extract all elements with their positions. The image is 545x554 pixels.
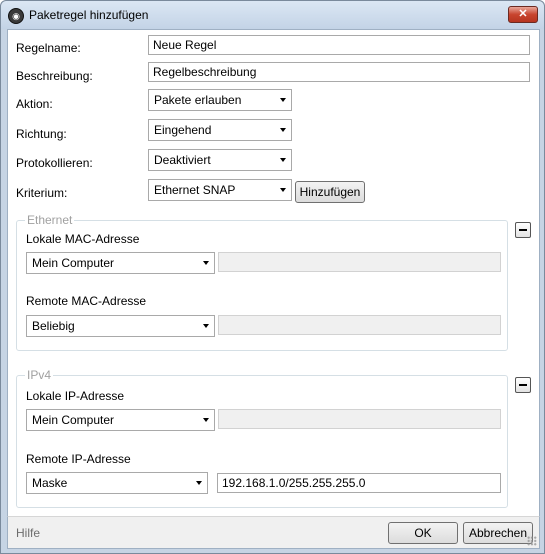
remote-mac-dropdown[interactable]: Beliebig xyxy=(26,315,215,337)
minus-icon xyxy=(519,384,527,386)
action-dropdown[interactable]: Pakete erlauben xyxy=(148,89,292,111)
remote-ip-label: Remote IP-Adresse xyxy=(26,452,131,466)
criterion-label: Kriterium: xyxy=(16,186,68,200)
ethernet-group: Ethernet Lokale MAC-Adresse Mein Compute… xyxy=(16,213,508,351)
action-label: Aktion: xyxy=(16,97,53,111)
close-button[interactable]: ✕ xyxy=(508,6,538,23)
logging-dropdown-value: Deaktiviert xyxy=(154,153,211,167)
description-label: Beschreibung: xyxy=(16,69,93,83)
remote-mac-input[interactable] xyxy=(218,315,501,335)
action-dropdown-value: Pakete erlauben xyxy=(154,93,242,107)
rule-name-input[interactable]: Neue Regel xyxy=(148,35,530,55)
local-mac-dropdown-value: Mein Computer xyxy=(32,256,115,270)
window-title: Paketregel hinzufügen xyxy=(29,8,149,22)
help-link[interactable]: Hilfe xyxy=(16,526,40,540)
logging-label: Protokollieren: xyxy=(16,156,93,170)
criterion-dropdown[interactable]: Ethernet SNAP xyxy=(148,179,292,201)
title-bar[interactable]: ◉ Paketregel hinzufügen ✕ xyxy=(1,1,544,29)
chevron-down-icon xyxy=(203,261,209,265)
ok-button[interactable]: OK xyxy=(388,522,458,544)
ethernet-group-title: Ethernet xyxy=(25,213,75,227)
chevron-down-icon xyxy=(280,188,286,192)
local-mac-label: Lokale MAC-Adresse xyxy=(26,232,140,246)
dialog-content: Regelname: Neue Regel Beschreibung: Rege… xyxy=(7,29,540,517)
collapse-ethernet-button[interactable] xyxy=(515,222,531,238)
local-mac-dropdown[interactable]: Mein Computer xyxy=(26,252,215,274)
direction-dropdown-value: Eingehend xyxy=(154,123,212,137)
collapse-ipv4-button[interactable] xyxy=(515,377,531,393)
remote-ip-input[interactable]: 192.168.1.0/255.255.255.0 xyxy=(217,473,501,493)
local-ip-input[interactable] xyxy=(218,409,501,429)
app-icon: ◉ xyxy=(8,8,24,24)
local-ip-dropdown-value: Mein Computer xyxy=(32,413,115,427)
local-ip-dropdown[interactable]: Mein Computer xyxy=(26,409,215,431)
dialog-footer: Hilfe OK Abbrechen xyxy=(7,516,540,549)
chevron-down-icon xyxy=(196,481,202,485)
local-ip-label: Lokale IP-Adresse xyxy=(26,389,125,403)
close-icon: ✕ xyxy=(518,8,528,20)
direction-label: Richtung: xyxy=(16,127,67,141)
chevron-down-icon xyxy=(203,324,209,328)
remote-mac-label: Remote MAC-Adresse xyxy=(26,294,147,308)
remote-ip-dropdown[interactable]: Maske xyxy=(26,472,208,494)
cancel-button[interactable]: Abbrechen xyxy=(463,522,533,544)
direction-dropdown[interactable]: Eingehend xyxy=(148,119,292,141)
rule-name-label: Regelname: xyxy=(16,41,81,55)
chevron-down-icon xyxy=(280,158,286,162)
criterion-dropdown-value: Ethernet SNAP xyxy=(154,183,236,197)
resize-grip-icon[interactable] xyxy=(527,536,537,546)
ipv4-group-title: IPv4 xyxy=(25,368,54,382)
ipv4-group: IPv4 Lokale IP-Adresse Mein Computer Rem… xyxy=(16,368,508,508)
logging-dropdown[interactable]: Deaktiviert xyxy=(148,149,292,171)
dialog-window: ◉ Paketregel hinzufügen ✕ Regelname: Neu… xyxy=(0,0,545,554)
chevron-down-icon xyxy=(280,128,286,132)
minus-icon xyxy=(519,229,527,231)
remote-mac-dropdown-value: Beliebig xyxy=(32,319,75,333)
description-input[interactable]: Regelbeschreibung xyxy=(148,62,530,82)
local-mac-input[interactable] xyxy=(218,252,501,272)
remote-ip-dropdown-value: Maske xyxy=(32,476,68,490)
chevron-down-icon xyxy=(203,418,209,422)
chevron-down-icon xyxy=(280,98,286,102)
add-criterion-button[interactable]: Hinzufügen xyxy=(295,181,365,203)
